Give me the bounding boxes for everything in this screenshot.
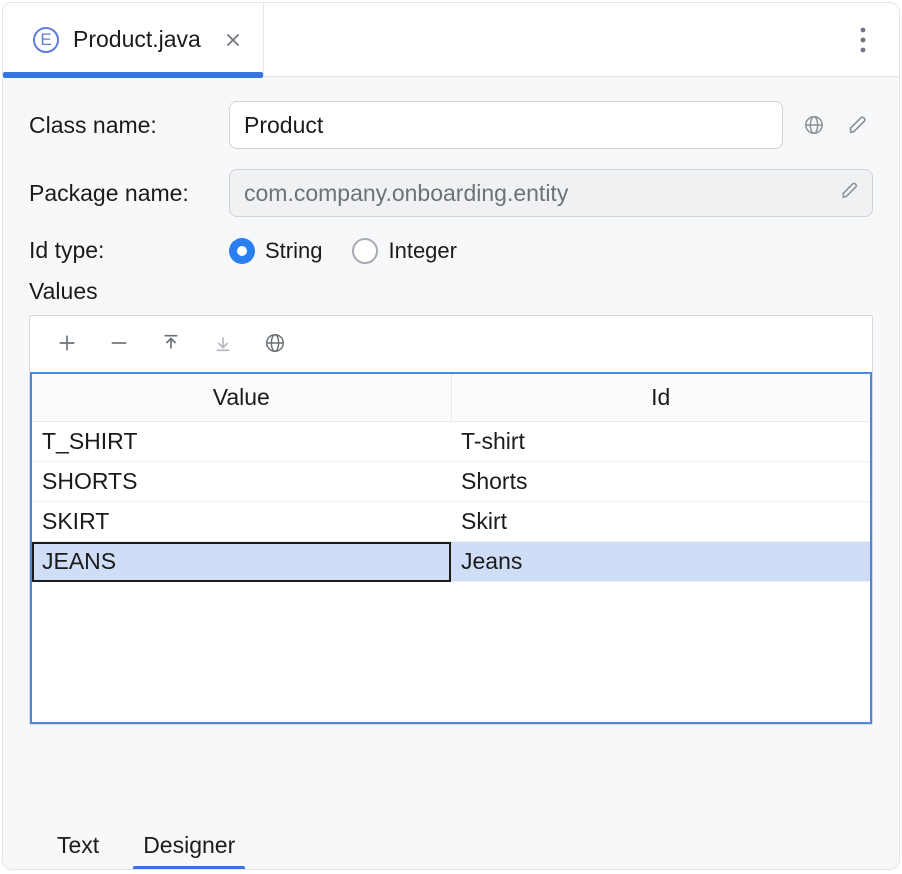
radio-string[interactable]: String — [229, 238, 322, 264]
add-value-button[interactable] — [54, 330, 80, 356]
cell-value[interactable]: T_SHIRT — [32, 422, 451, 462]
radio-string-label: String — [265, 238, 322, 264]
file-tab-title: Product.java — [73, 26, 201, 53]
remove-value-button[interactable] — [106, 330, 132, 356]
column-header-value[interactable]: Value — [32, 374, 451, 422]
radio-integer-label: Integer — [388, 238, 457, 264]
editor-frame: E Product.java Class name: Product — [2, 2, 900, 870]
tab-text[interactable]: Text — [51, 826, 105, 869]
file-tab-bar: E Product.java — [3, 3, 899, 77]
id-type-radio-group: String Integer — [229, 238, 457, 264]
values-toolbar — [30, 316, 872, 372]
bottom-tab-bar: Text Designer — [29, 806, 873, 869]
values-grid: Value Id T_SHIRTT-shirtSHORTSShortsSKIRT… — [30, 372, 872, 724]
edit-class-name-button[interactable] — [843, 110, 873, 140]
more-options-button[interactable] — [851, 20, 875, 60]
table-row[interactable]: SKIRTSkirt — [32, 502, 870, 542]
column-header-id[interactable]: Id — [451, 374, 870, 422]
edit-package-name-button[interactable] — [840, 180, 860, 207]
cell-value[interactable]: SHORTS — [32, 462, 451, 502]
table-row[interactable]: T_SHIRTT-shirt — [32, 422, 870, 462]
class-name-input[interactable]: Product — [229, 101, 783, 149]
cell-id[interactable]: Skirt — [451, 502, 870, 542]
label-id-type: Id type: — [29, 237, 229, 264]
cell-value[interactable]: JEANS — [32, 542, 451, 582]
class-name-value: Product — [244, 112, 323, 139]
move-down-button[interactable] — [210, 330, 236, 356]
radio-integer[interactable]: Integer — [352, 238, 457, 264]
package-name-input[interactable]: com.company.onboarding.entity — [229, 169, 873, 217]
values-localization-button[interactable] — [262, 330, 288, 356]
designer-body: Class name: Product Package name: — [3, 77, 899, 869]
row-package-name: Package name: com.company.onboarding.ent… — [29, 169, 873, 217]
values-panel: Value Id T_SHIRTT-shirtSHORTSShortsSKIRT… — [29, 315, 873, 725]
localization-icon[interactable] — [799, 110, 829, 140]
active-tab-indicator — [3, 72, 263, 78]
table-row[interactable]: JEANSJeans — [32, 542, 870, 582]
table-row[interactable]: SHORTSShorts — [32, 462, 870, 502]
grid-empty-area[interactable] — [32, 582, 870, 722]
row-class-name: Class name: Product — [29, 101, 873, 149]
radio-integer-dot — [352, 238, 378, 264]
package-name-value: com.company.onboarding.entity — [244, 180, 568, 207]
cell-id[interactable]: Jeans — [451, 542, 870, 582]
close-tab-button[interactable] — [221, 28, 245, 52]
label-package-name: Package name: — [29, 180, 229, 207]
tab-designer[interactable]: Designer — [137, 826, 241, 869]
row-id-type: Id type: String Integer — [29, 237, 873, 264]
label-class-name: Class name: — [29, 112, 229, 139]
move-up-button[interactable] — [158, 330, 184, 356]
cell-id[interactable]: Shorts — [451, 462, 870, 502]
cell-id[interactable]: T-shirt — [451, 422, 870, 462]
entity-icon: E — [33, 27, 59, 53]
file-tab-product-java[interactable]: E Product.java — [3, 3, 264, 76]
cell-value[interactable]: SKIRT — [32, 502, 451, 542]
values-table[interactable]: Value Id T_SHIRTT-shirtSHORTSShortsSKIRT… — [32, 374, 870, 582]
label-values: Values — [29, 278, 873, 305]
radio-string-dot — [229, 238, 255, 264]
